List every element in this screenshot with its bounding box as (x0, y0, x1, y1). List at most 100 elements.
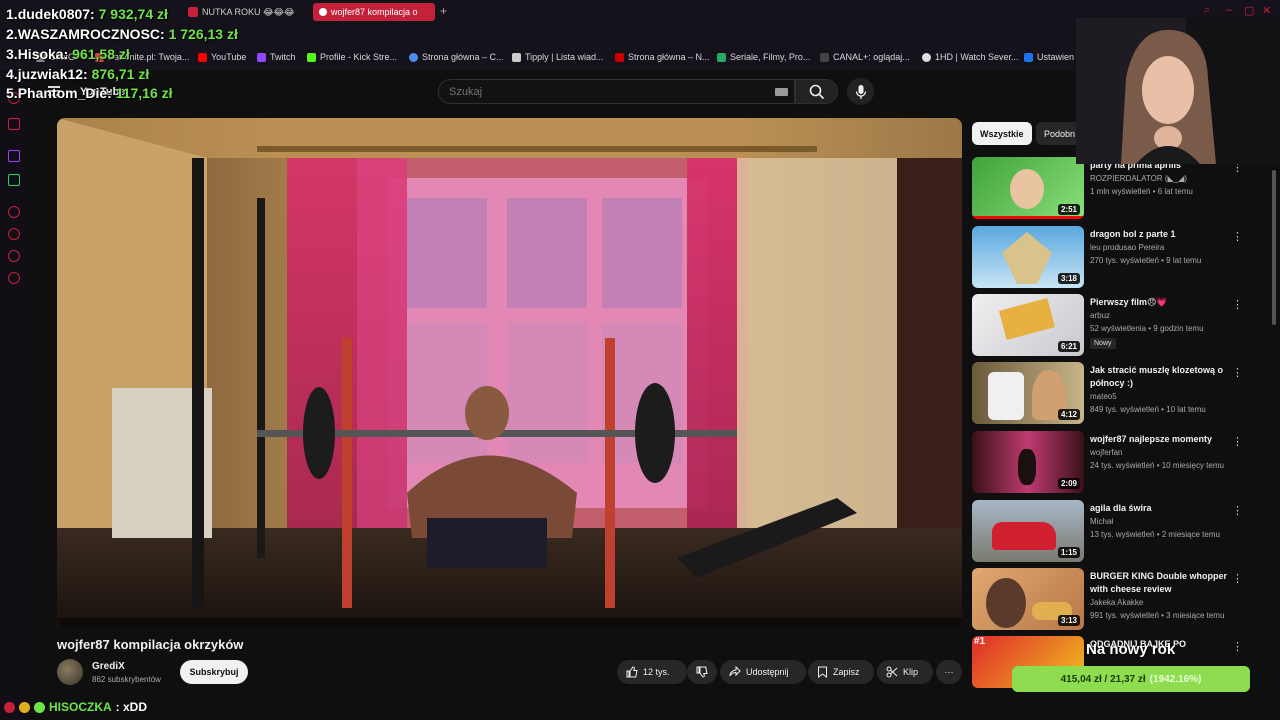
bookmark-canal[interactable]: CANAL+: oglądaj... (820, 52, 910, 62)
more-options-icon[interactable]: ⋮ (1232, 230, 1243, 243)
bookmark-strona-n[interactable]: Strona główna – N... (615, 52, 710, 62)
subscribe-button[interactable]: Subskrybuj (180, 660, 248, 684)
recommendation-channel[interactable]: wojferfan (1090, 448, 1122, 457)
whatsapp-icon[interactable] (8, 174, 20, 186)
video-thumbnail[interactable]: 3:13 (972, 568, 1084, 630)
bookmark-seriale[interactable]: Seriale, Filmy, Pro... (717, 52, 810, 62)
video-thumbnail[interactable]: 2:09 (972, 431, 1084, 493)
leaderboard-entry-4: 4.juzwiak12: 876,71 zł (6, 66, 149, 82)
channel-avatar[interactable] (57, 659, 83, 685)
more-options-icon[interactable]: ⋮ (1232, 572, 1243, 585)
video-duration: 6:21 (1057, 341, 1080, 352)
video-title: wojfer87 kompilacja okrzyków (57, 637, 244, 652)
close-icon[interactable]: ✕ (1262, 4, 1271, 17)
seriale-icon (717, 52, 726, 62)
thumbnail-figure (988, 372, 1024, 420)
video-thumbnail[interactable]: 3:18 (972, 226, 1084, 288)
search-icon[interactable]: ⌕ (1204, 4, 1210, 17)
recommendation-item[interactable]: 3:13 BURGER KING Double whopper with che… (972, 568, 1272, 630)
bookmark-icon (818, 666, 827, 678)
leaderboard-entry-2: 2.WASZAMROCZNOSC: 1 726,13 zł (6, 26, 238, 42)
video-duration: 1:15 (1057, 547, 1080, 558)
recommendation-meta: 24 tys. wyświetleń • 10 miesięcy temu (1090, 461, 1224, 470)
recommendation-title[interactable]: Pierwszy film😠💗 (1090, 296, 1240, 309)
save-button[interactable]: Zapisz (808, 660, 874, 684)
search-box[interactable] (438, 79, 795, 104)
bookmark-kick[interactable]: Profile - Kick Stre... (307, 52, 397, 62)
more-options-icon[interactable]: ⋮ (1232, 298, 1243, 311)
recommendation-item[interactable]: 2:09 wojfer87 najlepsze momenty wojferfa… (972, 431, 1272, 493)
voice-search-button[interactable] (847, 78, 874, 105)
recommendation-item[interactable]: 6:21 Pierwszy film😠💗 arbuz 52 wyświetlen… (972, 294, 1272, 356)
gear-icon[interactable] (8, 272, 20, 284)
more-options-icon[interactable]: ⋮ (1232, 640, 1243, 653)
recommendation-title[interactable]: wojfer87 najlepsze momenty (1090, 433, 1240, 446)
play-icon[interactable] (8, 206, 20, 218)
clip-button[interactable]: Klip (877, 660, 933, 684)
more-actions-button[interactable]: ··· (936, 660, 962, 684)
bookmark-tipply[interactable]: Tipply | Lista wiad... (512, 52, 604, 62)
minimize-icon[interactable]: – (1226, 4, 1232, 16)
recommendation-channel[interactable]: ROZPIERDALATOR (◣_◢) (1090, 174, 1187, 183)
video-player[interactable] (57, 118, 962, 628)
channel-name[interactable]: GrediX (92, 661, 125, 672)
twitch-icon[interactable] (8, 150, 20, 162)
tab-favicon-icon (188, 7, 198, 17)
box-icon[interactable] (8, 118, 20, 130)
new-tab-button[interactable]: + (440, 4, 447, 18)
like-count: 12 tys. (643, 667, 670, 677)
bookmark-strona-c[interactable]: Strona główna – C... (409, 52, 504, 62)
video-thumbnail[interactable]: 1:15 (972, 500, 1084, 562)
like-button[interactable]: 12 tys. (617, 660, 687, 684)
chip-all[interactable]: Wszystkie (972, 122, 1032, 145)
leaderboard-amount: 117,16 zł (115, 85, 173, 101)
settings-icon (1024, 52, 1033, 62)
recommendation-item[interactable]: 1:15 agila dla świra Michał 13 tys. wyśw… (972, 500, 1272, 562)
recommendation-title[interactable]: Jak stracić muszlę klozetową o północy :… (1090, 364, 1240, 390)
bookmark-youtube[interactable]: YouTube (198, 52, 246, 62)
video-duration: 3:13 (1057, 615, 1080, 626)
recommendation-title[interactable]: dragon bol z parte 1 (1090, 228, 1240, 241)
search-input[interactable] (439, 80, 794, 103)
bookmark-1hd[interactable]: 1HD | Watch Sever... (922, 52, 1019, 62)
bookmark-ustawienia[interactable]: Ustawien (1024, 52, 1074, 62)
recommendation-channel[interactable]: mateo5 (1090, 392, 1117, 401)
recommendation-title[interactable]: agila dla świra (1090, 502, 1240, 515)
goal-text: 415,04 zł / 21,37 zł (1942.16%) (1012, 666, 1250, 692)
tipply-icon (512, 52, 521, 62)
kick-icon (307, 52, 316, 62)
tab-active-video[interactable]: wojfer87 kompilacja o (313, 3, 435, 21)
donation-goal-bar: 415,04 zł / 21,37 zł (1942.16%) (1012, 666, 1250, 692)
more-options-icon[interactable]: ⋮ (1232, 504, 1243, 517)
tab-nutka-roku[interactable]: NUTKA ROKU 😂😂😂 (182, 3, 302, 21)
recommendation-item[interactable]: 3:18 dragon bol z parte 1 leu produsao P… (972, 226, 1272, 288)
share-button[interactable]: Udostępnij (720, 660, 806, 684)
more-options-icon[interactable]: ⋮ (1232, 366, 1243, 379)
video-thumbnail[interactable]: 6:21 (972, 294, 1084, 356)
video-duration: 4:12 (1057, 409, 1080, 420)
video-thumbnail[interactable]: 2:51 (972, 157, 1084, 219)
recommendation-channel[interactable]: arbuz (1090, 311, 1110, 320)
dislike-button[interactable] (687, 660, 717, 684)
video-duration: 3:18 (1057, 273, 1080, 284)
search-button[interactable] (795, 79, 838, 104)
maximize-icon[interactable]: ▢ (1244, 4, 1254, 17)
bookmark-label: Seriale, Filmy, Pro... (730, 52, 811, 62)
recommendation-channel[interactable]: Jakeka Akakke (1090, 598, 1143, 607)
recommendation-channel[interactable]: leu produsao Pereira (1090, 243, 1164, 252)
chat-icon[interactable] (8, 250, 20, 262)
leaderboard-amount: 961,58 zł (72, 46, 130, 62)
leaderboard-rank: 1. (6, 6, 18, 22)
video-thumbnail[interactable]: 4:12 (972, 362, 1084, 424)
clock-icon[interactable] (8, 228, 20, 240)
goal-percent: (1942.16%) (1149, 673, 1202, 685)
recommendation-item[interactable]: 4:12 Jak stracić muszlę klozetową o półn… (972, 362, 1272, 424)
keyboard-icon[interactable] (775, 88, 788, 96)
bookmark-twitch[interactable]: Twitch (257, 52, 296, 62)
recommendation-channel[interactable]: Michał (1090, 517, 1113, 526)
recommendation-title[interactable]: BURGER KING Double whopper with cheese r… (1090, 570, 1240, 596)
recommendation-item[interactable]: 2:51 party na prima aprilis ROZPIERDALAT… (972, 157, 1272, 219)
bookmark-label: Ustawien (1037, 52, 1075, 62)
sidebar-scrollbar[interactable] (1272, 170, 1276, 325)
more-options-icon[interactable]: ⋮ (1232, 435, 1243, 448)
